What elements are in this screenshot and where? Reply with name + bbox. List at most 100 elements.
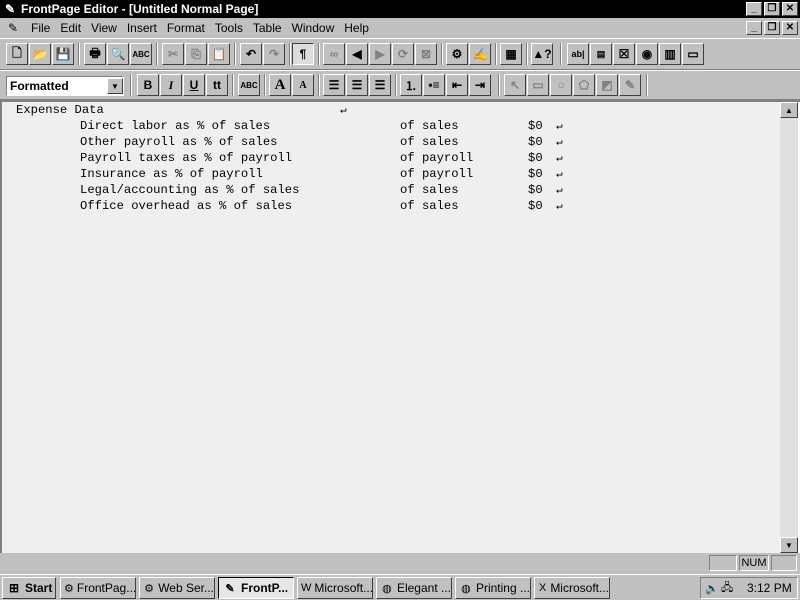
decrease-indent-icon[interactable]: ⇤ — [446, 74, 468, 96]
spelling-icon[interactable]: ABC — [130, 43, 152, 65]
restore-button[interactable]: ❐ — [764, 2, 780, 16]
menu-table[interactable]: Table — [248, 21, 287, 35]
taskbar-item-label: FrontPag... — [76, 581, 136, 595]
open-folder-icon[interactable]: 📂 — [29, 43, 51, 65]
format-painter-icon[interactable]: ✍ — [469, 43, 491, 65]
clock[interactable]: 3:12 PM — [747, 581, 792, 595]
row-label: Direct labor as % of sales — [80, 119, 271, 133]
doc-close-button[interactable]: ✕ — [782, 21, 798, 35]
push-button-icon[interactable]: ▭ — [682, 43, 704, 65]
menu-insert[interactable]: Insert — [122, 21, 162, 35]
stop-icon[interactable]: ⊠ — [415, 43, 437, 65]
typewriter-font-button[interactable]: tt — [206, 74, 228, 96]
select-pointer-icon[interactable]: ↖ — [504, 74, 526, 96]
start-label: Start — [25, 581, 53, 595]
paragraph-return-icon: ↵ — [340, 105, 347, 117]
paragraph-return-icon: ↵ — [556, 185, 563, 197]
menu-format[interactable]: Format — [162, 21, 210, 35]
polygon-hotspot-icon[interactable]: ⬠ — [573, 74, 595, 96]
text-color-button[interactable]: ABC — [238, 74, 260, 96]
row-label: Payroll taxes as % of payroll — [80, 151, 293, 165]
menu-window[interactable]: Window — [287, 21, 340, 35]
italic-button[interactable]: I — [160, 74, 182, 96]
taskbar-item-label: Microsoft... — [550, 581, 609, 595]
align-left-icon[interactable]: ☰ — [323, 74, 345, 96]
taskbar-item[interactable]: X Microsoft... — [534, 577, 610, 599]
windows-logo-icon: ⊞ — [8, 581, 20, 595]
align-right-icon[interactable]: ☰ — [369, 74, 391, 96]
make-transparent-icon[interactable]: ✎ — [619, 74, 641, 96]
editor-pane[interactable]: Expense Data ↵ Direct labor as % of sale… — [0, 100, 800, 553]
network-icon[interactable]: 🖧 — [721, 579, 737, 598]
back-icon[interactable]: ◀ — [346, 43, 368, 65]
paragraph-return-icon: ↵ — [556, 201, 563, 213]
redo-icon[interactable]: ↷ — [263, 43, 285, 65]
frontpage-app-icon[interactable]: ✎ — [2, 1, 18, 17]
highlight-hotspots-icon[interactable]: ◩ — [596, 74, 618, 96]
taskbar-item[interactable]: ◍ Elegant ... — [376, 577, 452, 599]
vertical-scrollbar[interactable]: ▲ ▼ — [780, 102, 798, 553]
save-icon[interactable]: 💾 — [52, 43, 74, 65]
menu-file[interactable]: File — [26, 21, 55, 35]
underline-button[interactable]: U — [183, 74, 205, 96]
doc-minimize-button[interactable]: _ — [746, 21, 762, 35]
one-line-textbox-icon[interactable]: ab| — [567, 43, 589, 65]
menu-view[interactable]: View — [86, 21, 122, 35]
taskbar-item[interactable]: ◍ Printing ... — [455, 577, 531, 599]
print-icon[interactable]: 🖶 — [84, 43, 106, 65]
new-page-icon[interactable]: 🗋 — [6, 43, 28, 65]
scroll-down-icon[interactable]: ▼ — [780, 537, 798, 553]
taskbar-item-active[interactable]: ✎ FrontP... — [218, 577, 294, 599]
increase-indent-icon[interactable]: ⇥ — [469, 74, 491, 96]
row-value: $0 — [528, 135, 543, 149]
browser-icon: ◍ — [461, 582, 471, 595]
num-lock-indicator: NUM — [739, 555, 769, 571]
row-value: $0 — [528, 167, 543, 181]
taskbar-item[interactable]: ⚙ Web Ser... — [139, 577, 215, 599]
radio-button-icon[interactable]: ◉ — [636, 43, 658, 65]
excel-icon: X — [538, 582, 547, 594]
rectangle-hotspot-icon[interactable]: ▭ — [527, 74, 549, 96]
numbered-list-icon[interactable]: ⒈ — [400, 74, 422, 96]
bold-button[interactable]: B — [137, 74, 159, 96]
show-paragraph-marks-icon[interactable]: ¶ — [292, 43, 314, 65]
paste-icon[interactable]: 📋 — [208, 43, 230, 65]
scrolling-textbox-icon[interactable]: ▤ — [590, 43, 612, 65]
row-label: Other payroll as % of sales — [80, 135, 278, 149]
system-tray: 🔈 🖧 3:12 PM — [700, 577, 798, 599]
cut-icon[interactable]: ✂ — [162, 43, 184, 65]
forward-icon[interactable]: ▶ — [369, 43, 391, 65]
scroll-up-icon[interactable]: ▲ — [780, 102, 798, 118]
circle-hotspot-icon[interactable]: ○ — [550, 74, 572, 96]
menu-help[interactable]: Help — [339, 21, 374, 35]
increase-font-size-button[interactable]: A — [269, 74, 291, 96]
refresh-icon[interactable]: ⟳ — [392, 43, 414, 65]
menu-edit[interactable]: Edit — [55, 21, 86, 35]
web-bot-icon[interactable]: ⚙ — [446, 43, 468, 65]
help-pointer-icon[interactable]: ▲? — [531, 43, 553, 65]
copy-icon[interactable]: ⎘ — [185, 43, 207, 65]
start-button[interactable]: ⊞ Start — [2, 577, 56, 599]
hyperlink-icon[interactable]: ∞ — [323, 43, 345, 65]
style-dropdown[interactable]: Formatted ▼ — [6, 76, 124, 96]
speaker-icon[interactable]: 🔈 — [705, 582, 721, 595]
checkbox-icon[interactable]: ☒ — [613, 43, 635, 65]
print-preview-icon[interactable]: 🔍 — [107, 43, 129, 65]
taskbar-item[interactable]: ⚙ FrontPag... — [60, 577, 136, 599]
undo-icon[interactable]: ↶ — [240, 43, 262, 65]
chevron-down-icon[interactable]: ▼ — [107, 78, 123, 94]
bulleted-list-icon[interactable]: •≡ — [423, 74, 445, 96]
minimize-button[interactable]: _ — [746, 2, 762, 16]
drop-down-menu-icon[interactable]: ▥ — [659, 43, 681, 65]
style-dropdown-value: Formatted — [10, 79, 69, 93]
menu-tools[interactable]: Tools — [210, 21, 248, 35]
title-bar: ✎ FrontPage Editor - [Untitled Normal Pa… — [0, 0, 800, 18]
document-body[interactable]: Expense Data ↵ Direct labor as % of sale… — [2, 102, 782, 553]
close-button[interactable]: ✕ — [782, 2, 798, 16]
taskbar-item[interactable]: W Microsoft... — [297, 577, 373, 599]
insert-table-icon[interactable]: ▦ — [500, 43, 522, 65]
document-icon[interactable]: ✎ — [4, 20, 22, 36]
decrease-font-size-button[interactable]: A — [292, 74, 314, 96]
align-center-icon[interactable]: ☰ — [346, 74, 368, 96]
doc-restore-button[interactable]: ❐ — [764, 21, 780, 35]
